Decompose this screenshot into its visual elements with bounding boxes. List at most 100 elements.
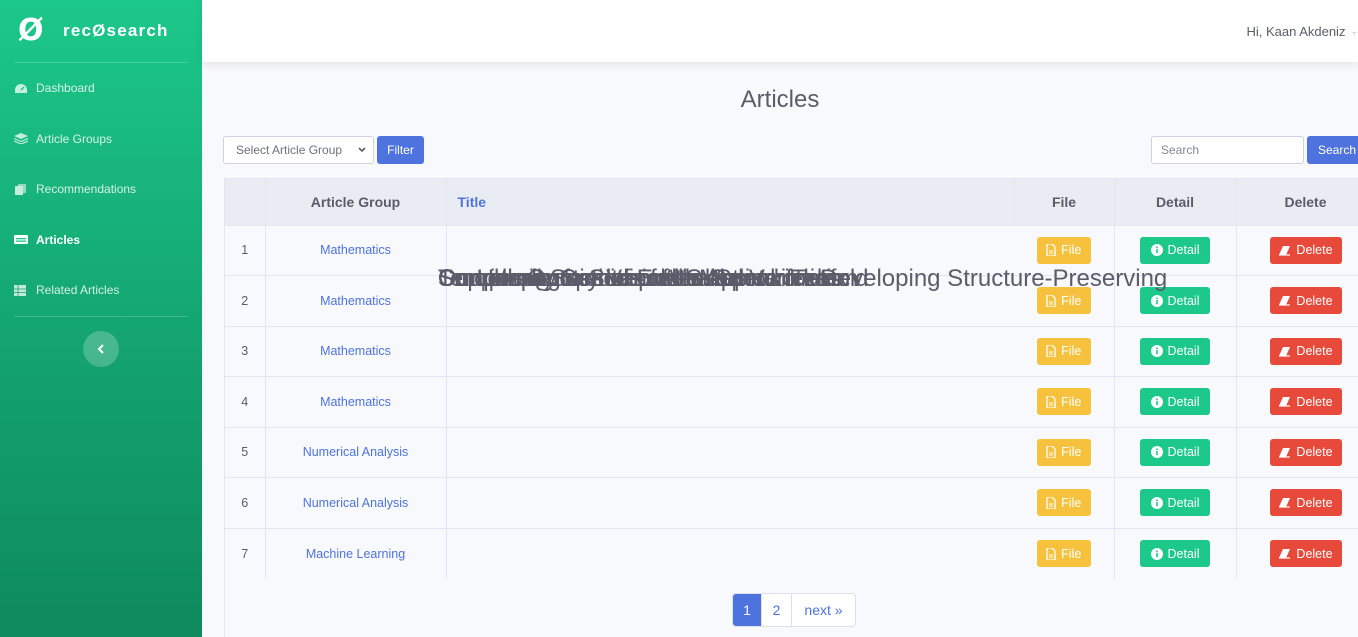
detail-button[interactable]: Detail [1140, 438, 1210, 466]
eraser-icon [1279, 498, 1291, 508]
sidebar: Ø recØsearch Dashboard Article Groups Re… [0, 0, 202, 637]
sidebar-item-articles[interactable]: Articles [0, 215, 202, 266]
file-pdf-icon [1046, 496, 1056, 509]
detail-button[interactable]: Detail [1140, 489, 1210, 517]
articles-table-card: Article Group Title File Detail Delete 1… [224, 178, 1358, 637]
file-button[interactable]: File [1036, 388, 1091, 416]
page-title: Articles [740, 86, 820, 113]
article-group-link[interactable]: Numerical Analysis [265, 427, 447, 478]
app-name: recØsearch [63, 21, 169, 40]
detail-button-label: Detail [1167, 445, 1200, 460]
column-header-file: File [1014, 179, 1115, 225]
delete-button-label: Delete [1296, 293, 1333, 308]
detail-cell: Detail [1114, 376, 1237, 427]
file-button[interactable]: File [1036, 337, 1091, 365]
row-index: 6 [225, 477, 266, 528]
info-circle-icon [1150, 446, 1163, 459]
detail-button-label: Detail [1167, 546, 1200, 561]
file-button-label: File [1061, 445, 1082, 460]
row-index: 3 [225, 326, 266, 377]
delete-cell: Delete [1236, 477, 1358, 528]
search-button[interactable]: Search [1307, 136, 1358, 164]
column-header-group: Article Group [265, 179, 447, 225]
eraser-icon [1279, 549, 1291, 559]
delete-button[interactable]: Delete [1269, 388, 1342, 416]
file-button[interactable]: File [1036, 489, 1091, 517]
detail-button-label: Detail [1167, 293, 1200, 308]
delete-button[interactable]: Delete [1269, 236, 1342, 264]
file-button-label: File [1061, 495, 1082, 510]
tachometer-icon [15, 83, 27, 93]
chevron-left-icon [97, 344, 104, 354]
table-row: 5 Numerical Analysis Supplementary Variabl… [225, 265, 1358, 478]
sidebar-item-recommendations[interactable]: Recommendations [0, 164, 202, 215]
detail-button[interactable]: Detail [1140, 540, 1210, 567]
id-card-icon [14, 235, 28, 245]
layers-icon [14, 133, 28, 145]
delete-button[interactable]: Delete [1269, 489, 1342, 517]
file-button-label: File [1061, 293, 1082, 308]
sidebar-toggle-button[interactable] [83, 331, 119, 367]
row-index: 7 [225, 528, 266, 579]
filter-button[interactable]: Filter [377, 136, 424, 164]
detail-button-label: Detail [1167, 495, 1200, 510]
page-link-2[interactable]: 2 [762, 594, 792, 626]
file-pdf-icon [1046, 395, 1056, 408]
topbar: Hi, Kaan Akdeniz ⌄ [202, 0, 1358, 62]
file-cell: File [1014, 427, 1115, 478]
column-header-title[interactable]: Title [446, 179, 1015, 225]
pagination: 1 2 next » [732, 593, 856, 627]
next-page-link[interactable]: next » [792, 594, 855, 626]
delete-button-label: Delete [1296, 394, 1333, 409]
sidebar-item-related-articles[interactable]: Related Articles [0, 265, 202, 316]
sidebar-item-label: Related Articles [36, 283, 120, 298]
file-pdf-icon [1046, 345, 1056, 358]
info-circle-icon [1150, 395, 1163, 408]
article-group-select[interactable]: Select Article Group [223, 136, 374, 164]
eraser-icon [1279, 397, 1291, 407]
column-header-index [225, 179, 266, 225]
sidebar-item-label: Dashboard [36, 81, 95, 96]
article-group-link[interactable]: Mathematics [265, 225, 447, 276]
file-pdf-icon [1046, 446, 1056, 459]
delete-button[interactable]: Delete [1269, 540, 1342, 567]
detail-button[interactable]: Detail [1140, 236, 1210, 264]
file-pdf-icon [1046, 547, 1056, 560]
article-group-link[interactable]: Numerical Analysis [265, 477, 447, 528]
delete-button[interactable]: Delete [1269, 337, 1342, 365]
info-circle-icon [1150, 345, 1163, 358]
detail-button-label: Detail [1167, 344, 1200, 359]
logo-icon: Ø [18, 13, 44, 48]
row-index: 5 [225, 427, 266, 478]
article-title: Complexity for deep neural networks [427, 265, 1358, 293]
sidebar-item-dashboard[interactable]: Dashboard [0, 63, 202, 114]
table-row: 3 Mathematics On Uniqueness of End Sums Fil… [225, 265, 1358, 377]
delete-button-label: Delete [1296, 243, 1333, 258]
table-icon [14, 284, 26, 296]
file-button[interactable]: File [1036, 540, 1091, 567]
info-circle-icon [1150, 294, 1163, 307]
eraser-icon [1279, 296, 1291, 306]
article-group-link[interactable]: Mathematics [265, 275, 447, 326]
file-button[interactable]: File [1036, 236, 1091, 264]
delete-button[interactable]: Delete [1269, 438, 1342, 466]
article-group-link[interactable]: Machine Learning [265, 528, 447, 579]
brand[interactable]: Ø recØsearch [0, 0, 202, 62]
delete-cell: Delete [1236, 376, 1358, 427]
file-button[interactable]: File [1036, 438, 1091, 466]
file-button-label: File [1061, 243, 1082, 258]
delete-cell: Delete [1236, 427, 1358, 478]
page-link-1[interactable]: 1 [733, 594, 762, 626]
file-cell: File [1014, 528, 1115, 579]
user-menu[interactable]: Hi, Kaan Akdeniz ⌄ [1246, 24, 1358, 39]
sidebar-item-article-groups[interactable]: Article Groups [0, 114, 202, 165]
article-group-link[interactable]: Mathematics [265, 376, 447, 427]
detail-button[interactable]: Detail [1140, 388, 1210, 416]
detail-button-label: Detail [1167, 394, 1200, 409]
info-circle-icon [1150, 496, 1163, 509]
column-header-detail: Detail [1114, 179, 1237, 225]
search-input[interactable] [1151, 136, 1304, 164]
detail-button[interactable]: Detail [1140, 337, 1210, 365]
detail-button-label: Detail [1167, 243, 1200, 258]
article-group-link[interactable]: Mathematics [265, 326, 447, 377]
